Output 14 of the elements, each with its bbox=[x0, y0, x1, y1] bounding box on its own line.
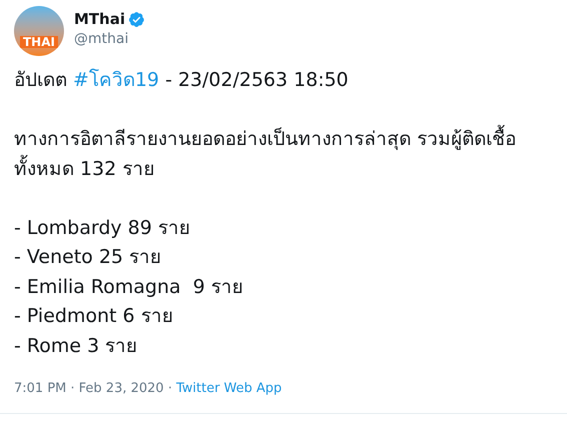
account-name[interactable]: MThai bbox=[74, 8, 126, 30]
avatar[interactable]: THAI bbox=[14, 6, 64, 56]
hashtag-link[interactable]: #โควิด19 bbox=[73, 69, 160, 91]
avatar-logo-text: THAI bbox=[20, 36, 58, 48]
list-line: - Lombardy 89 ราย bbox=[14, 216, 192, 240]
tweet-headline: อัปเดต #โควิด19 - 23/02/2563 18:50 bbox=[14, 68, 350, 93]
tweet-timestamp[interactable]: 7:01 PM · Feb 23, 2020 · bbox=[14, 379, 176, 398]
list-line: - Rome 3 ราย bbox=[14, 334, 138, 358]
list-line: - Veneto 25 ราย bbox=[14, 245, 162, 270]
account-handle[interactable]: @mthai bbox=[74, 30, 146, 48]
source-link[interactable]: Twitter Web App bbox=[176, 379, 282, 398]
list-line: - Emilia Romagna 9 ราย bbox=[14, 274, 244, 300]
tweet-paragraph: ทางการอิตาลีรายงานยอดอย่างเป็นทางการล่าสุด รวมผู้ติดเชื้อทั้งหมด 132 ราย bbox=[14, 125, 551, 184]
list-line: - Piedmont 6 ราย bbox=[14, 304, 174, 329]
